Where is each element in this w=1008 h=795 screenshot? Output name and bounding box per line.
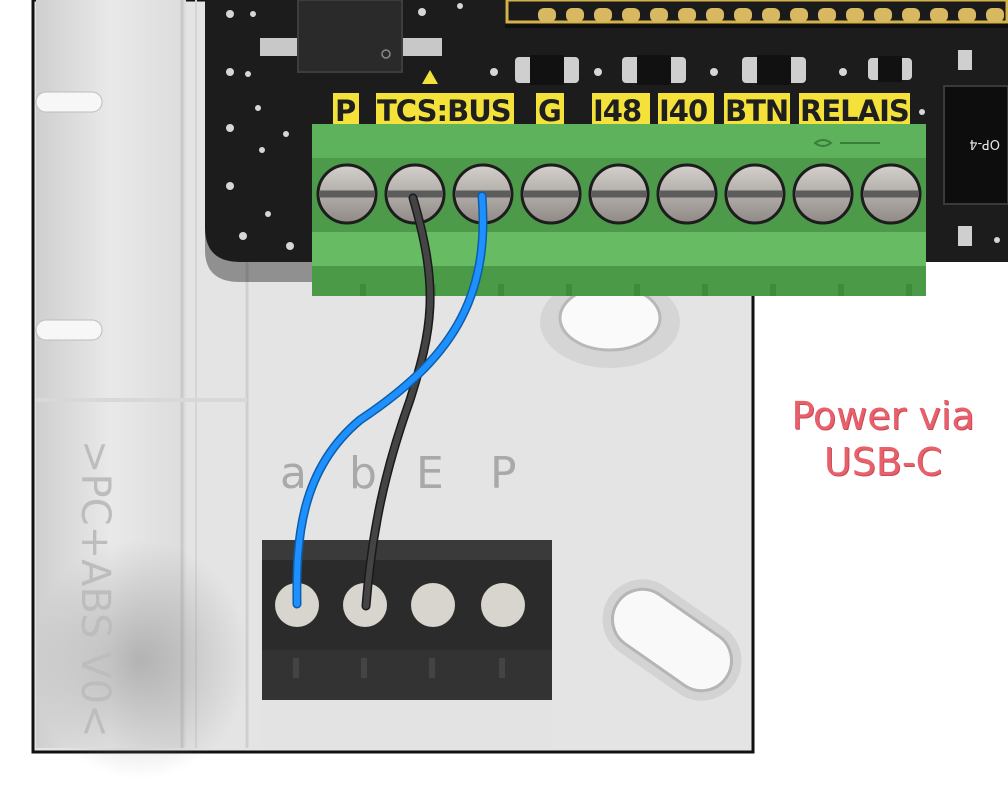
base-screw-p[interactable] — [481, 583, 525, 627]
base-terminal-block — [262, 540, 552, 748]
board-label-g: G — [538, 94, 561, 128]
base-label-e: E — [416, 448, 444, 499]
power-note: Power via USB-C — [768, 393, 998, 485]
chip-label: OP-4 — [969, 136, 1000, 151]
board-terminal-labels: P TCS:BUS G I48 I40 BTN RELAIS — [333, 93, 910, 128]
base-label-a: a — [280, 448, 307, 499]
material-text: >PC+ABS V0< — [72, 440, 118, 738]
board-label-relais: RELAIS — [800, 94, 909, 128]
power-note-line2: USB-C — [823, 440, 943, 484]
board-label-i40: I40 — [659, 94, 707, 128]
power-note-line1: Power via — [791, 394, 975, 438]
board-label-btn: BTN — [725, 94, 788, 128]
green-terminal-block — [312, 124, 926, 296]
base-screw-e[interactable] — [411, 583, 455, 627]
board-label-tcs-bus: TCS:BUS — [377, 94, 511, 128]
board-label-i48: I48 — [593, 94, 641, 128]
base-label-p: P — [490, 448, 517, 499]
base-label-b: b — [349, 448, 377, 499]
board-label-p: P — [335, 94, 356, 128]
